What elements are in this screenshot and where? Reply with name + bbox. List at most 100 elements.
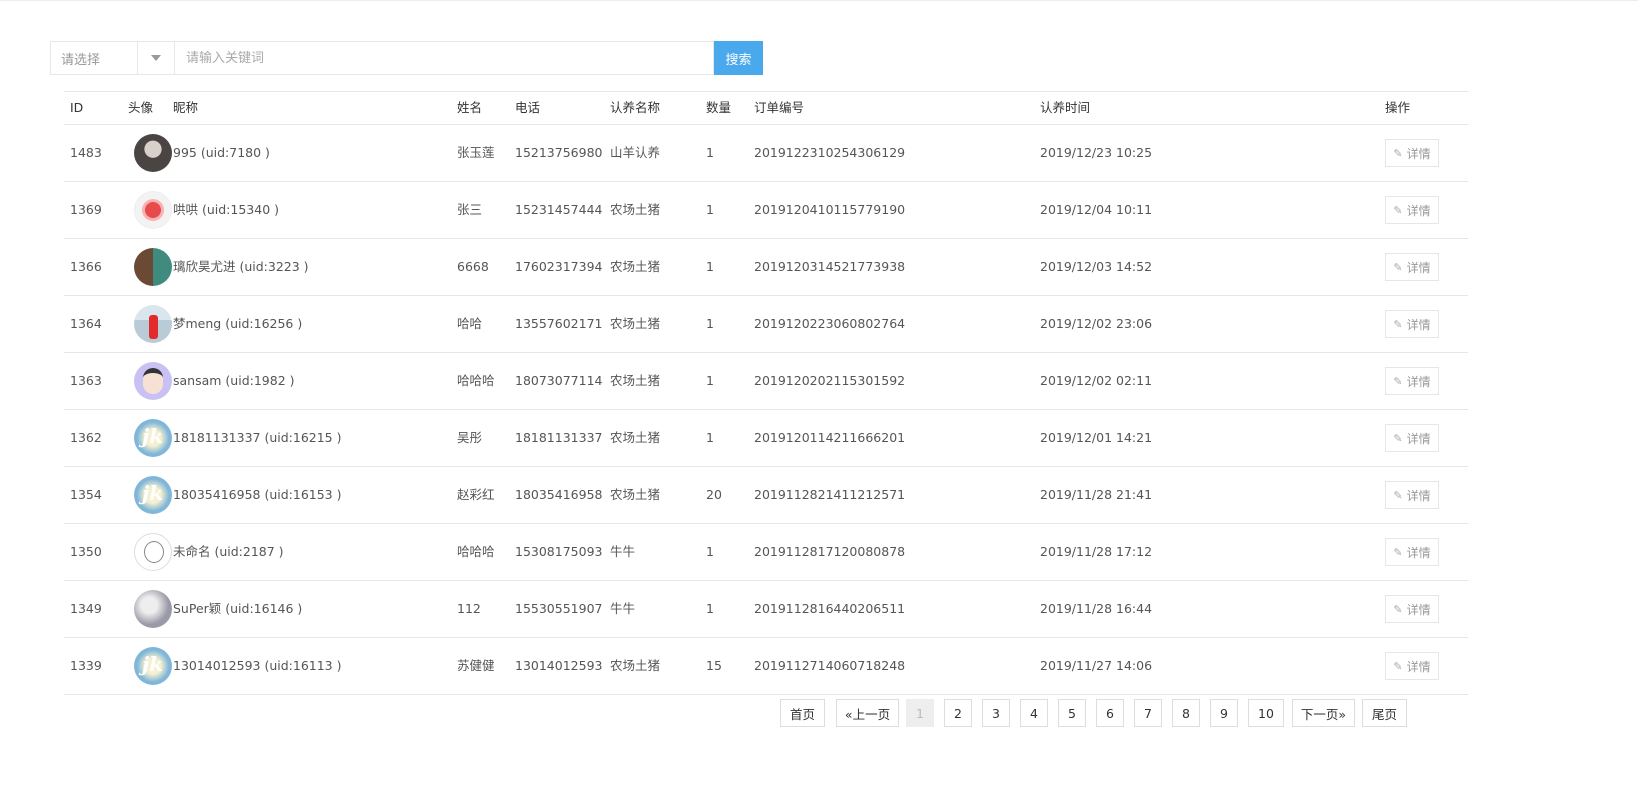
prev-page-button[interactable]: «上一页 [836,699,899,727]
cell-name: 112 [457,601,481,616]
table-row: 1366 璃欣昊尤进 (uid:3223 ) 6668 17602317394 农场土猪… [64,239,1468,296]
search-bar: 请选择 搜索 [50,41,763,75]
cell-adopt-time: 2019/12/04 10:11 [1040,202,1153,217]
cell-adopt-name: 牛牛 [610,601,636,616]
cell-nickname: sansam (uid:1982 ) [173,373,295,388]
cell-order-no: 2019120410115779190 [754,202,906,217]
cell-adopt-time: 2019/11/28 21:41 [1040,487,1153,502]
avatar [134,647,172,685]
category-select[interactable]: 请选择 [50,41,175,75]
header-order-no: 订单编号 [754,100,805,115]
table-row: 1350 未命名 (uid:2187 ) 哈哈哈 15308175093 牛牛 1 2019… [64,524,1468,581]
detail-button[interactable]: ✎ 详情 [1385,196,1439,224]
chevron-down-icon[interactable] [137,42,174,74]
edit-icon: ✎ [1393,146,1403,160]
cell-name: 张玉莲 [457,145,495,160]
page-button-5[interactable]: 5 [1058,699,1086,727]
cell-adopt-time: 2019/12/02 02:11 [1040,373,1153,388]
detail-button-label: 详情 [1406,260,1431,275]
page-button-3[interactable]: 3 [982,699,1010,727]
header-adopt-name: 认养名称 [610,100,661,115]
cell-order-no: 2019120314521773938 [754,259,906,274]
page-button-9[interactable]: 9 [1210,699,1238,727]
cell-adopt-name: 农场土猪 [610,430,661,445]
cell-adopt-time: 2019/12/01 14:21 [1040,430,1153,445]
cell-adopt-name: 农场土猪 [610,487,661,502]
cell-phone: 18073077114 [515,373,603,388]
header-adopt-time: 认养时间 [1040,100,1091,115]
avatar [134,362,172,400]
cell-id: 1366 [70,259,102,274]
cell-phone: 13014012593 [515,658,603,673]
first-page-button[interactable]: 首页 [780,699,825,727]
cell-adopt-name: 农场土猪 [610,658,661,673]
cell-id: 1364 [70,316,102,331]
page-button-2[interactable]: 2 [944,699,972,727]
avatar [134,419,172,457]
avatar [134,134,172,172]
detail-button[interactable]: ✎ 详情 [1385,595,1439,623]
detail-button[interactable]: ✎ 详情 [1385,253,1439,281]
page-button-1[interactable]: 1 [906,699,934,727]
header-avatar: 头像 [128,100,154,115]
cell-phone: 17602317394 [515,259,603,274]
avatar [134,191,172,229]
cell-adopt-time: 2019/12/03 14:52 [1040,259,1153,274]
cell-adopt-time: 2019/11/28 17:12 [1040,544,1153,559]
cell-order-no: 2019112821411212571 [754,487,906,502]
detail-button-label: 详情 [1406,374,1431,389]
header-id: ID [70,100,84,115]
detail-button[interactable]: ✎ 详情 [1385,139,1439,167]
cell-phone: 18035416958 [515,487,603,502]
cell-qty: 1 [706,316,714,331]
cell-adopt-time: 2019/12/02 23:06 [1040,316,1153,331]
detail-button[interactable]: ✎ 详情 [1385,538,1439,566]
search-button[interactable]: 搜索 [714,41,763,75]
table-row: 1354 18035416958 (uid:16153 ) 赵彩红 180354169… [64,467,1468,524]
detail-button[interactable]: ✎ 详情 [1385,652,1439,680]
cell-order-no: 2019112714060718248 [754,658,906,673]
cell-nickname: SuPer颖 (uid:16146 ) [173,601,303,616]
cell-qty: 1 [706,259,714,274]
cell-phone: 15308175093 [515,544,603,559]
edit-icon: ✎ [1393,602,1403,616]
cell-nickname: 18181131337 (uid:16215 ) [173,430,342,445]
page-button-10[interactable]: 10 [1248,699,1284,727]
cell-adopt-time: 2019/11/27 14:06 [1040,658,1153,673]
detail-button[interactable]: ✎ 详情 [1385,481,1439,509]
table-row: 1362 18181131337 (uid:16215 ) 吴彤 1818113133… [64,410,1468,467]
next-page-button[interactable]: 下一页» [1292,699,1355,727]
page-button-6[interactable]: 6 [1096,699,1124,727]
page-button-4[interactable]: 4 [1020,699,1048,727]
last-page-button[interactable]: 尾页 [1362,699,1407,727]
cell-qty: 1 [706,145,714,160]
cell-order-no: 2019112817120080878 [754,544,906,559]
page-button-8[interactable]: 8 [1172,699,1200,727]
page-button-7[interactable]: 7 [1134,699,1162,727]
cell-nickname: 哄哄 (uid:15340 ) [173,202,280,217]
cell-nickname: 梦meng (uid:16256 ) [173,316,303,331]
adoption-table: ID 头像 昵称 姓名 电话 认养名称 数量 订单编号 认养时间 操作 1483… [64,91,1468,695]
edit-icon: ✎ [1393,488,1403,502]
cell-name: 哈哈哈 [457,544,495,559]
cell-id: 1369 [70,202,102,217]
detail-button-label: 详情 [1406,659,1431,674]
detail-button[interactable]: ✎ 详情 [1385,367,1439,395]
cell-phone: 18181131337 [515,430,603,445]
detail-button[interactable]: ✎ 详情 [1385,424,1439,452]
cell-name: 哈哈 [457,316,483,331]
cell-phone: 15231457444 [515,202,603,217]
keyword-search-input[interactable] [175,41,714,75]
edit-icon: ✎ [1393,260,1403,274]
cell-qty: 1 [706,202,714,217]
cell-qty: 1 [706,373,714,388]
top-divider [0,0,1638,1]
cell-order-no: 2019120202115301592 [754,373,906,388]
detail-button[interactable]: ✎ 详情 [1385,310,1439,338]
cell-order-no: 2019120114211666201 [754,430,906,445]
cell-nickname: 18035416958 (uid:16153 ) [173,487,342,502]
cell-qty: 20 [706,487,722,502]
detail-button-label: 详情 [1406,488,1431,503]
cell-qty: 1 [706,601,714,616]
cell-nickname: 未命名 (uid:2187 ) [173,544,284,559]
